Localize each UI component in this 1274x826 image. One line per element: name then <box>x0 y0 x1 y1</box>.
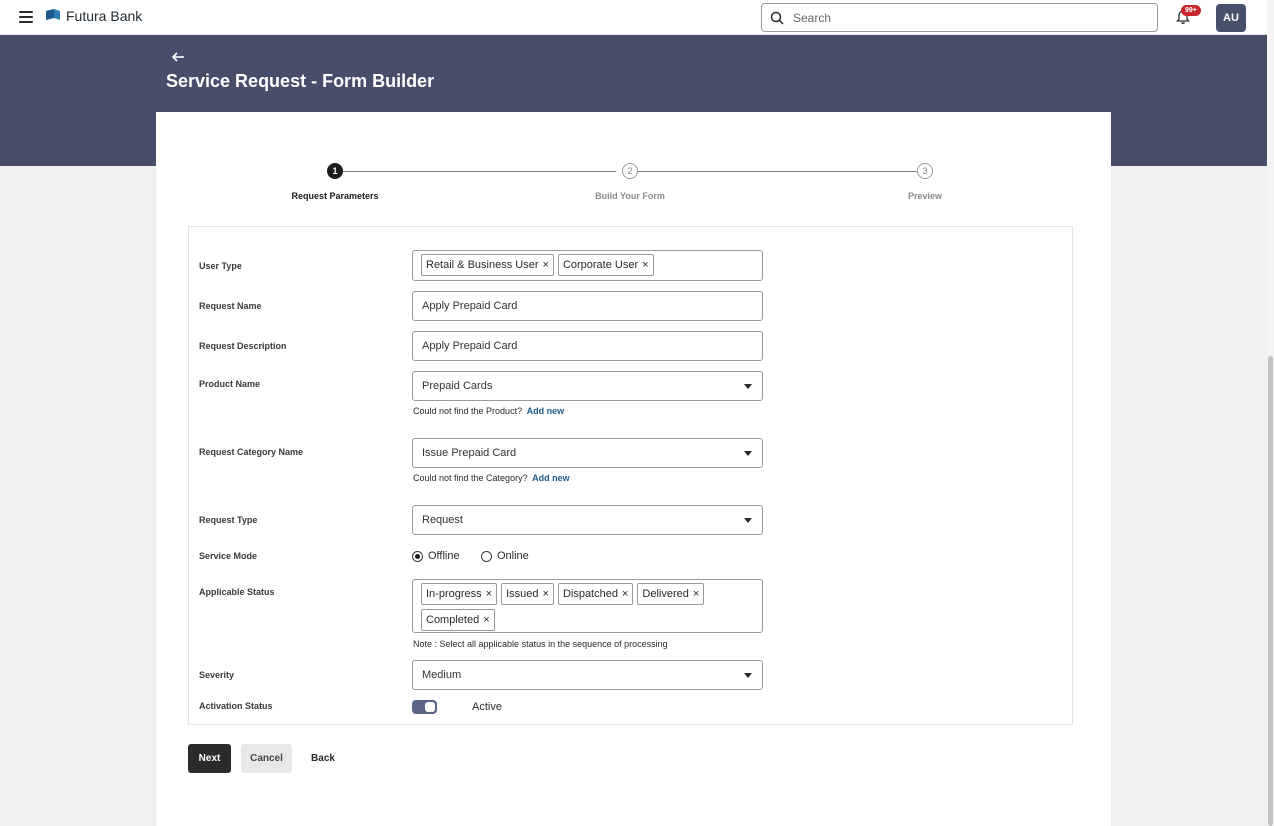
chip-label: Issued <box>506 588 539 600</box>
request-category-label: Request Category Name <box>199 447 304 457</box>
chip-label: In-progress <box>426 588 482 600</box>
request-type-label: Request Type <box>199 515 258 525</box>
stepper-connector <box>638 171 917 172</box>
page-title: Service Request - Form Builder <box>166 71 435 91</box>
product-name-label: Product Name <box>199 379 261 389</box>
chip-label: Corporate User <box>562 259 639 271</box>
applicable-status-multiselect[interactable]: In-progress × Issued × Dispatched × Deliver… <box>412 579 763 633</box>
activation-status-value: Active <box>472 701 502 713</box>
request-name-input[interactable]: Apply Prepaid Card <box>412 291 763 321</box>
next-button[interactable]: Next <box>188 744 231 773</box>
user-type-label: User Type <box>199 261 242 271</box>
product-helper: Could not find the Product? Add new <box>413 406 564 416</box>
add-new-product-link[interactable]: Add new <box>527 406 565 416</box>
dropdown-caret-icon <box>744 517 752 523</box>
top-bar: Futura Bank 99+ AU <box>0 0 1267 35</box>
remove-chip-icon[interactable]: × <box>543 588 549 600</box>
step-3-label: Preview <box>907 191 943 201</box>
user-avatar[interactable]: AU <box>1216 4 1246 32</box>
scrollbar-thumb[interactable] <box>1268 356 1273 826</box>
product-name-select[interactable]: Prepaid Cards <box>412 371 763 401</box>
request-type-value: Request <box>422 514 463 526</box>
hamburger-menu-icon[interactable] <box>19 11 33 23</box>
step-1-indicator[interactable]: 1 <box>327 163 343 179</box>
brand-name: Futura Bank <box>66 8 143 24</box>
status-chip: Issued × <box>501 583 554 605</box>
user-type-multiselect[interactable]: Retail & Business User × Corporate User × <box>412 250 763 281</box>
stepper-connector <box>343 171 616 172</box>
chip-label: Delivered <box>642 588 689 600</box>
chip-label: Completed <box>426 614 480 626</box>
cancel-button[interactable]: Cancel <box>241 744 292 773</box>
step-3-indicator[interactable]: 3 <box>917 163 933 179</box>
request-type-select[interactable]: Request <box>412 505 763 535</box>
user-type-chip: Retail & Business User × <box>421 254 554 276</box>
radio-unselected-icon <box>481 550 492 562</box>
back-button[interactable]: Back <box>305 744 341 773</box>
request-name-value: Apply Prepaid Card <box>422 300 518 312</box>
request-category-value: Issue Prepaid Card <box>422 447 517 459</box>
search-input[interactable] <box>793 10 1133 25</box>
activation-status-toggle[interactable] <box>412 700 437 714</box>
step-2-indicator[interactable]: 2 <box>622 163 638 179</box>
radio-label: Online <box>497 550 529 562</box>
remove-chip-icon[interactable]: × <box>483 614 489 626</box>
futura-bank-logo-icon <box>46 9 60 20</box>
status-chip: In-progress × <box>421 583 498 605</box>
back-arrow-icon[interactable] <box>170 50 186 64</box>
activation-status-label: Activation Status <box>199 701 273 711</box>
category-helper: Could not find the Category? Add new <box>413 473 570 483</box>
status-chip: Dispatched × <box>557 583 634 605</box>
severity-select[interactable]: Medium <box>412 660 763 690</box>
request-name-label: Request Name <box>199 301 262 311</box>
add-new-category-link[interactable]: Add new <box>532 473 570 483</box>
remove-chip-icon[interactable]: × <box>642 259 648 271</box>
search-box[interactable] <box>761 3 1158 32</box>
step-1-label: Request Parameters <box>291 191 379 201</box>
applicable-status-note: Note : Select all applicable status in t… <box>413 639 668 649</box>
chip-label: Retail & Business User <box>426 259 539 271</box>
dropdown-caret-icon <box>744 383 752 389</box>
product-name-value: Prepaid Cards <box>422 380 493 392</box>
request-description-input[interactable]: Apply Prepaid Card <box>412 331 763 361</box>
service-mode-label: Service Mode <box>199 551 258 561</box>
remove-chip-icon[interactable]: × <box>486 588 492 600</box>
dropdown-caret-icon <box>744 672 752 678</box>
category-helper-text: Could not find the Category? <box>413 473 528 483</box>
chip-label: Dispatched <box>562 588 618 600</box>
remove-chip-icon[interactable]: × <box>693 588 699 600</box>
status-chip: Delivered × <box>637 583 705 605</box>
severity-label: Severity <box>199 670 235 680</box>
toggle-knob <box>425 702 435 712</box>
radio-selected-icon <box>412 550 423 562</box>
service-mode-online-radio[interactable]: Online <box>481 550 529 562</box>
product-helper-text: Could not find the Product? <box>413 406 523 416</box>
applicable-status-label: Applicable Status <box>199 587 275 597</box>
remove-chip-icon[interactable]: × <box>543 259 549 271</box>
radio-label: Offline <box>428 550 460 562</box>
status-chip: Completed × <box>421 609 495 631</box>
request-description-label: Request Description <box>199 341 287 351</box>
request-category-select[interactable]: Issue Prepaid Card <box>412 438 763 468</box>
notification-count-badge: 99+ <box>1181 5 1201 16</box>
step-2-label: Build Your Form <box>595 191 665 201</box>
service-mode-offline-radio[interactable]: Offline <box>412 550 460 562</box>
request-description-value: Apply Prepaid Card <box>422 340 518 352</box>
remove-chip-icon[interactable]: × <box>622 588 628 600</box>
search-icon <box>770 11 784 25</box>
user-type-chip: Corporate User × <box>557 254 654 276</box>
dropdown-caret-icon <box>744 450 752 456</box>
severity-value: Medium <box>422 669 462 681</box>
